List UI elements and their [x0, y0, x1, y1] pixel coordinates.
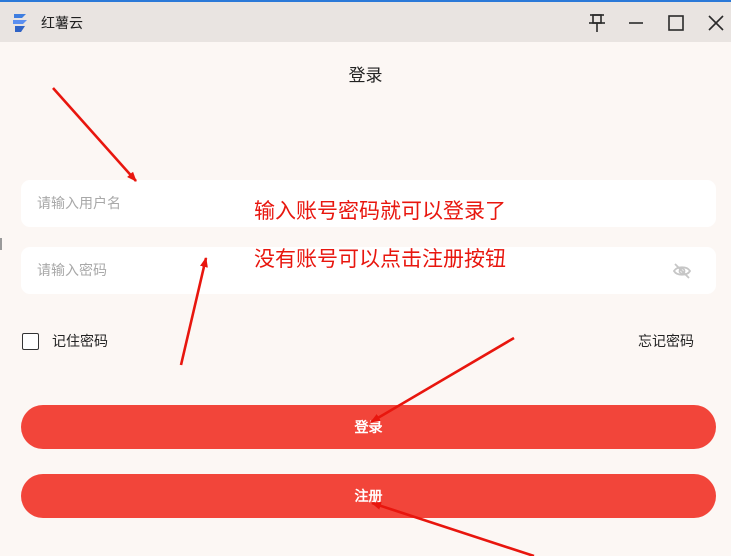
- register-button[interactable]: 注册: [21, 474, 716, 518]
- window-title: 红薯云: [41, 16, 83, 32]
- minimize-icon[interactable]: [624, 11, 648, 35]
- checkbox-icon[interactable]: [22, 332, 39, 350]
- annotation-login-hint: 输入账号密码就可以登录了: [254, 199, 506, 223]
- pin-icon[interactable]: [585, 11, 609, 35]
- annotation-register-hint: 没有账号可以点击注册按钮: [254, 247, 506, 271]
- eye-off-icon[interactable]: [672, 261, 692, 281]
- app-logo-icon: [11, 12, 29, 34]
- window-edge-mark: [0, 238, 2, 250]
- title-bar[interactable]: 红薯云: [0, 2, 731, 42]
- login-button[interactable]: 登录: [21, 405, 716, 449]
- page-title: 登录: [348, 66, 383, 86]
- arrow-to-username: [52, 87, 137, 182]
- remember-password-toggle[interactable]: 记住密码: [22, 331, 108, 351]
- remember-password-label: 记住密码: [52, 334, 108, 350]
- maximize-icon[interactable]: [664, 11, 688, 35]
- forgot-password-link[interactable]: 忘记密码: [638, 331, 694, 351]
- close-icon[interactable]: [704, 11, 728, 35]
